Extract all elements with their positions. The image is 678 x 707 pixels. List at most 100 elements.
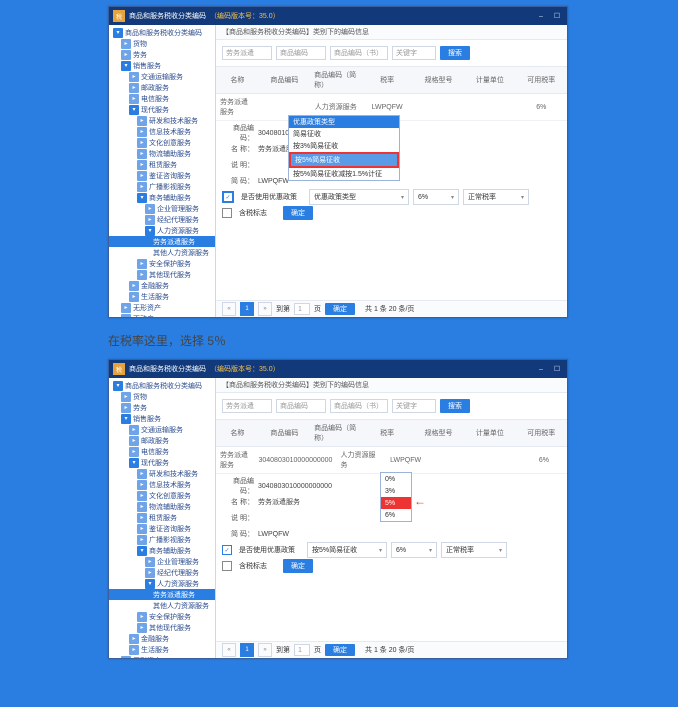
- folder-icon[interactable]: ▸: [145, 557, 155, 567]
- folder-icon[interactable]: ▸: [121, 392, 131, 402]
- maximize-button[interactable]: ☐: [551, 10, 563, 22]
- search-code-input[interactable]: 商品编码: [276, 399, 326, 413]
- preferential-checkbox[interactable]: [222, 191, 234, 203]
- tree-node[interactable]: 经纪代理服务: [157, 215, 199, 225]
- minimize-button[interactable]: –: [535, 10, 547, 22]
- pager-go-button[interactable]: 确定: [325, 644, 355, 656]
- folder-icon[interactable]: ▸: [145, 568, 155, 578]
- tree-node[interactable]: 其他现代服务: [149, 623, 191, 633]
- folder-icon[interactable]: ▸: [137, 127, 147, 137]
- folder-icon[interactable]: ▾: [137, 546, 147, 556]
- rate-type-select[interactable]: 正常税率▾: [441, 542, 507, 558]
- tree-node[interactable]: 邮政服务: [141, 436, 169, 446]
- category-tree[interactable]: ▾商品和服务税收分类编码 ▸货物 ▸劳务 ▾销售服务 ▸交通运输服务 ▸邮政服务…: [109, 25, 216, 317]
- confirm-button[interactable]: 确定: [283, 206, 313, 220]
- folder-icon[interactable]: ▸: [121, 314, 131, 318]
- folder-icon[interactable]: ▸: [121, 50, 131, 60]
- pager-page[interactable]: 1: [240, 643, 254, 657]
- tree-node[interactable]: 劳务: [133, 403, 147, 413]
- dropdown-item[interactable]: 6%: [381, 509, 411, 521]
- folder-icon[interactable]: ▸: [129, 425, 139, 435]
- rate-dropdown[interactable]: 0% 3% 5% 6%: [380, 472, 412, 522]
- tree-node[interactable]: 商务辅助服务: [149, 546, 191, 556]
- folder-icon[interactable]: ▸: [121, 39, 131, 49]
- tree-node[interactable]: 无形资产: [133, 303, 161, 313]
- folder-icon[interactable]: ▾: [137, 193, 147, 203]
- tree-node[interactable]: 鉴证咨询服务: [149, 524, 191, 534]
- tree-node[interactable]: 其他人力资源服务: [153, 248, 209, 258]
- tree-node[interactable]: 经纪代理服务: [157, 568, 199, 578]
- pager-last[interactable]: »: [258, 643, 272, 657]
- search-name-input[interactable]: 劳务派遣: [222, 46, 272, 60]
- folder-icon[interactable]: ▾: [145, 579, 155, 589]
- tree-node[interactable]: 交通运输服务: [141, 425, 183, 435]
- pager-last[interactable]: »: [258, 302, 272, 316]
- folder-icon[interactable]: ▸: [137, 502, 147, 512]
- pager-page[interactable]: 1: [240, 302, 254, 316]
- tree-node[interactable]: 研发和技术服务: [149, 469, 198, 479]
- folder-icon[interactable]: ▸: [137, 149, 147, 159]
- folder-icon[interactable]: ▸: [121, 303, 131, 313]
- folder-icon[interactable]: ▸: [129, 645, 139, 655]
- pager-first[interactable]: «: [222, 643, 236, 657]
- dropdown-item[interactable]: 简易征收: [289, 128, 399, 140]
- folder-icon[interactable]: ▸: [137, 160, 147, 170]
- tree-node[interactable]: 物流辅助服务: [149, 502, 191, 512]
- search-code2-input[interactable]: 商品编码（书）: [330, 46, 388, 60]
- folder-icon[interactable]: ▾: [129, 105, 139, 115]
- pager-first[interactable]: «: [222, 302, 236, 316]
- folder-icon[interactable]: ▸: [129, 83, 139, 93]
- folder-icon[interactable]: ▾: [113, 28, 123, 38]
- tree-node[interactable]: 鉴证咨询服务: [149, 171, 191, 181]
- preferential-checkbox[interactable]: [222, 545, 232, 555]
- dropdown-item-highlight[interactable]: 按5%简易征收: [289, 152, 399, 168]
- tree-node[interactable]: 企业管理服务: [157, 557, 199, 567]
- tree-node[interactable]: 租赁服务: [149, 513, 177, 523]
- folder-icon[interactable]: ▸: [129, 447, 139, 457]
- folder-icon[interactable]: ▾: [121, 61, 131, 71]
- tree-node[interactable]: 广播影视服务: [149, 535, 191, 545]
- tree-node[interactable]: 无形资产: [133, 656, 161, 659]
- folder-icon[interactable]: ▾: [129, 458, 139, 468]
- tree-node[interactable]: 安全保护服务: [149, 612, 191, 622]
- tree-node[interactable]: 商务辅助服务: [149, 193, 191, 203]
- folder-icon[interactable]: ▸: [121, 403, 131, 413]
- folder-icon[interactable]: ▸: [137, 491, 147, 501]
- folder-icon[interactable]: ▸: [121, 656, 131, 659]
- rate-select[interactable]: 6%▾: [391, 542, 437, 558]
- folder-icon[interactable]: ▸: [129, 634, 139, 644]
- tree-node[interactable]: 销售服务: [133, 414, 161, 424]
- tree-node[interactable]: 金融服务: [141, 281, 169, 291]
- tree-node[interactable]: 商品和服务税收分类编码: [125, 28, 202, 38]
- tree-node[interactable]: 文化创意服务: [149, 138, 191, 148]
- folder-icon[interactable]: ▾: [145, 226, 155, 236]
- tree-node[interactable]: 销售服务: [133, 61, 161, 71]
- folder-icon[interactable]: ▸: [137, 535, 147, 545]
- tree-node[interactable]: 金融服务: [141, 634, 169, 644]
- tree-node[interactable]: 生活服务: [141, 645, 169, 655]
- folder-icon[interactable]: ▸: [137, 623, 147, 633]
- folder-icon[interactable]: ▸: [137, 524, 147, 534]
- category-tree[interactable]: ▾商品和服务税收分类编码 ▸货物 ▸劳务 ▾销售服务 ▸交通运输服务 ▸邮政服务…: [109, 378, 216, 658]
- tree-node[interactable]: 其他人力资源服务: [153, 601, 209, 611]
- policy-type-select[interactable]: 优惠政策类型▾: [309, 189, 409, 205]
- folder-icon[interactable]: ▸: [129, 281, 139, 291]
- tree-node[interactable]: 不动产: [133, 314, 154, 318]
- tree-node[interactable]: 人力资源服务: [157, 579, 199, 589]
- folder-icon[interactable]: ▸: [129, 436, 139, 446]
- search-name-input[interactable]: 劳务派遣: [222, 399, 272, 413]
- policy-type-select[interactable]: 按5%简易征收▾: [307, 542, 387, 558]
- tree-node[interactable]: 租赁服务: [149, 160, 177, 170]
- folder-icon[interactable]: ▸: [137, 116, 147, 126]
- tree-node[interactable]: 文化创意服务: [149, 491, 191, 501]
- tree-node[interactable]: 电信服务: [141, 447, 169, 457]
- tree-node[interactable]: 物流辅助服务: [149, 149, 191, 159]
- folder-icon[interactable]: ▸: [137, 182, 147, 192]
- tree-node[interactable]: 货物: [133, 39, 147, 49]
- tree-node[interactable]: 商品和服务税收分类编码: [125, 381, 202, 391]
- table-row[interactable]: 劳务派遣服务 3040803010000000000 人力资源服务 LWPQFW…: [216, 447, 567, 474]
- dropdown-item-highlight[interactable]: 5%: [381, 497, 411, 509]
- search-code2-input[interactable]: 商品编码（书）: [330, 399, 388, 413]
- search-keyword-input[interactable]: 关键字: [392, 46, 436, 60]
- folder-icon[interactable]: ▸: [137, 469, 147, 479]
